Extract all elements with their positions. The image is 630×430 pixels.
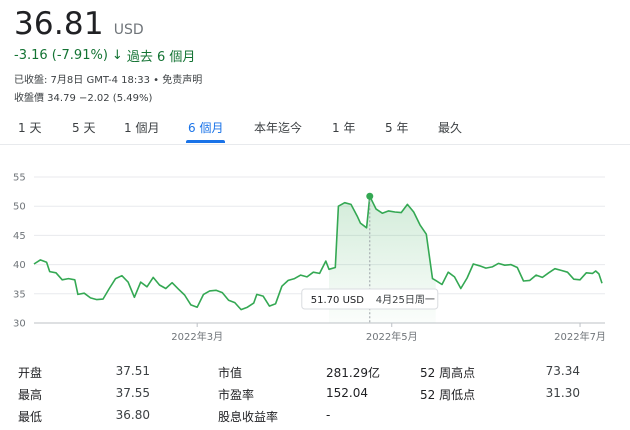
hover-tooltip: 51.70 USD 4月25日周一 — [301, 288, 439, 310]
price-chart[interactable]: 55 50 45 40 35 30 2022年3月 2022年5月 2022年7月 51.70… — [0, 160, 630, 350]
tab-max[interactable]: 最久 — [438, 116, 462, 144]
market-close-info: 已收盤: 7月8日 GMT-4 18:33 • 免责声明 — [14, 75, 203, 86]
change-period: 過去 6 個月 — [126, 50, 196, 65]
stat-low-value: 36.80 — [115, 408, 150, 422]
y-tick-label: 40 — [13, 260, 26, 271]
x-tick-label: 2022年5月 — [366, 330, 418, 343]
stat-52w-low-value: 31.30 — [545, 386, 580, 400]
hover-point — [366, 192, 374, 200]
tab-ytd[interactable]: 本年迄今 — [254, 116, 302, 144]
tooltip-date: 4月25日周一 — [376, 294, 435, 306]
tab-5-days[interactable]: 5 天 — [72, 116, 95, 144]
stat-52w-high-label: 52 周高点 — [420, 366, 476, 380]
stat-pe-value: 152.04 — [326, 386, 368, 400]
arrow-down-icon: ↓ — [111, 48, 123, 63]
stat-mktcap-value: 281.29亿 — [326, 366, 380, 380]
y-tick-label: 30 — [13, 319, 26, 330]
y-tick-label: 55 — [13, 173, 26, 184]
active-tab-indicator — [186, 140, 226, 143]
stat-52w-high-value: 73.34 — [545, 364, 580, 378]
y-tick-label: 35 — [13, 289, 26, 300]
current-price: 36.81 — [14, 6, 104, 42]
price-change: -3.16 (-7.91%) — [14, 48, 108, 63]
stat-open-value: 37.51 — [115, 364, 150, 378]
tab-1-day[interactable]: 1 天 — [18, 116, 41, 144]
stat-low-label: 最低 — [18, 410, 43, 424]
stat-mktcap-label: 市值 — [218, 366, 243, 380]
stat-52w-low-label: 52 周低点 — [420, 388, 476, 402]
quote-header: 36.81 USD — [14, 6, 144, 42]
price-change-row: -3.16 (-7.91%) ↓ 過去 6 個月 — [14, 46, 195, 65]
x-tick-label: 2022年3月 — [171, 330, 223, 343]
tab-5-years[interactable]: 5 年 — [385, 116, 408, 144]
y-tick-label: 50 — [13, 202, 26, 213]
tooltip-value: 51.70 USD — [311, 295, 364, 306]
tab-6-months[interactable]: 6 個月 — [186, 116, 226, 144]
range-tabs: 1 天 5 天 1 個月 6 個月 本年迄今 1 年 5 年 最久 — [0, 116, 630, 146]
tabs-divider — [0, 144, 630, 145]
stat-open-label: 开盘 — [18, 366, 43, 380]
stat-high-value: 37.55 — [115, 386, 150, 400]
stat-dividend-value: - — [326, 408, 331, 422]
tab-1-month[interactable]: 1 個月 — [124, 116, 159, 144]
stat-dividend-label: 股息收益率 — [218, 410, 279, 424]
after-hours-info: 收盤價 34.79 −2.02 (5.49%) — [14, 93, 153, 104]
stat-pe-label: 市盈率 — [218, 388, 255, 402]
y-tick-label: 45 — [13, 231, 26, 242]
tab-1-year[interactable]: 1 年 — [332, 116, 355, 144]
stat-high-label: 最高 — [18, 388, 43, 402]
x-tick-label: 2022年7月 — [554, 330, 606, 343]
currency-code: USD — [113, 22, 144, 38]
